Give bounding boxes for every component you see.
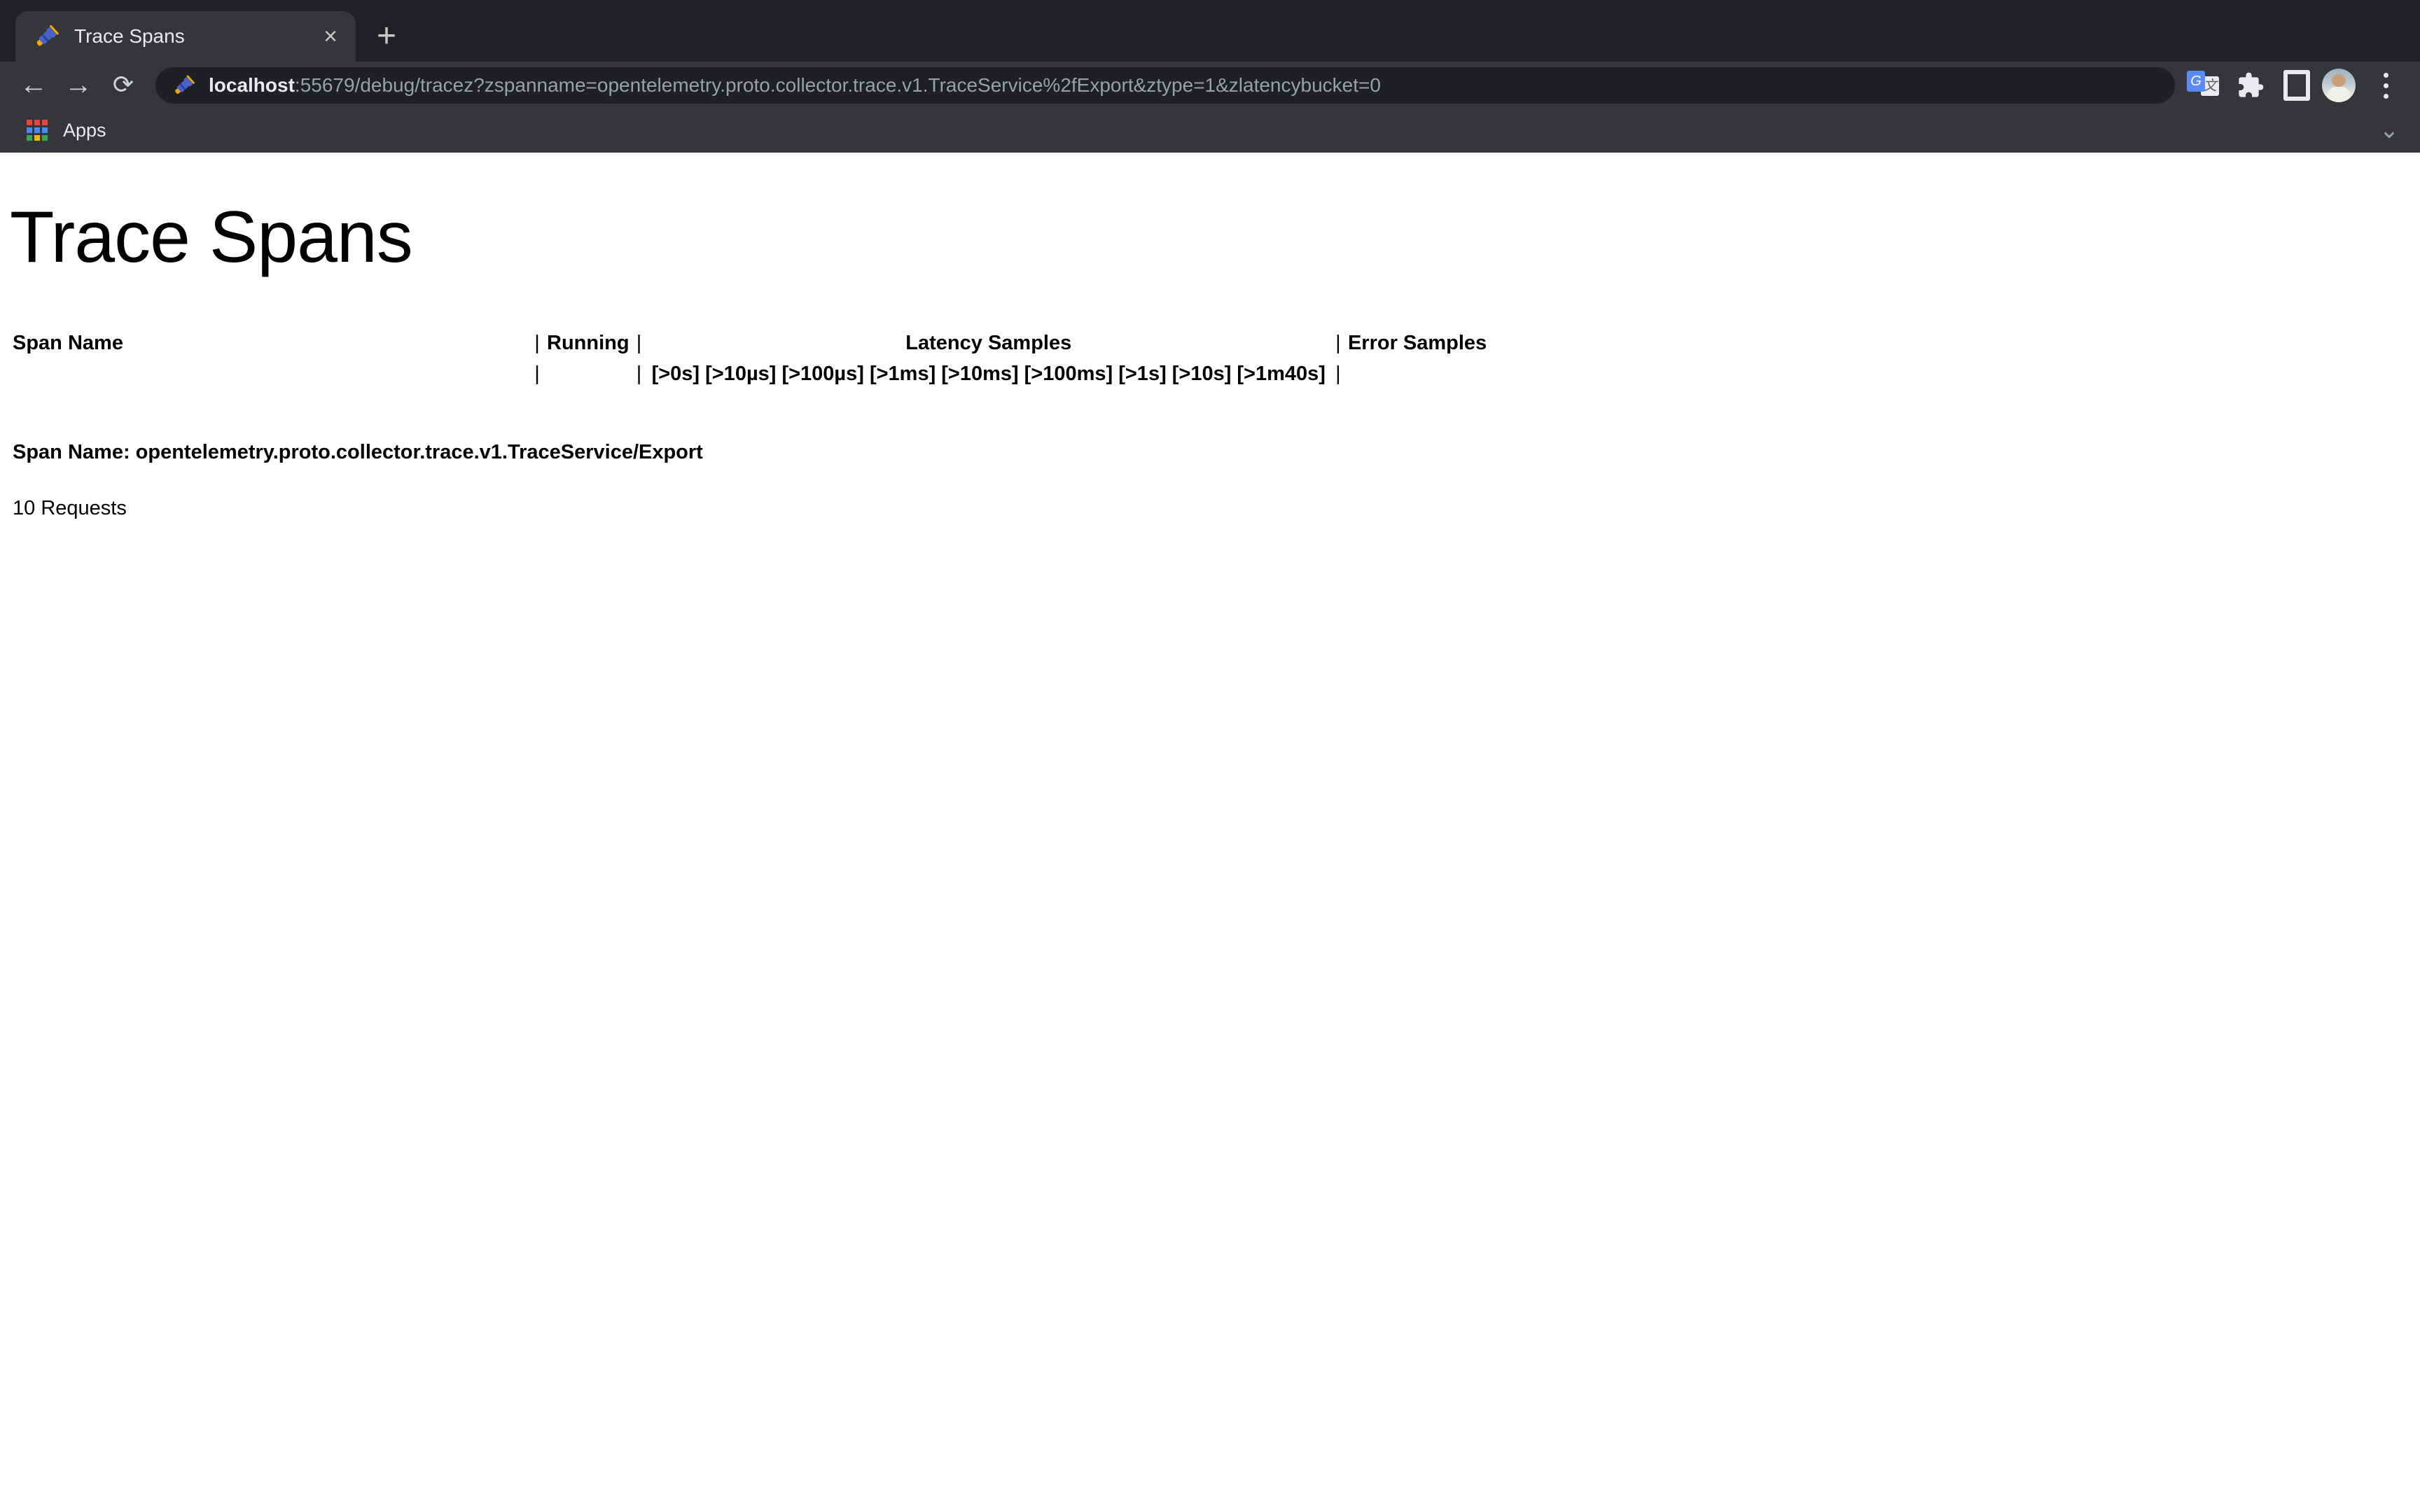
span-summary-table: Span Name | Running | Latency Samples | … — [13, 328, 1487, 389]
column-divider: | — [527, 328, 547, 358]
telescope-favicon-icon — [34, 23, 60, 50]
latency-bucket-label: [>1s] — [1115, 358, 1169, 389]
tab-close-icon[interactable]: × — [324, 23, 338, 50]
latency-bucket-label: [>1ms] — [867, 358, 938, 389]
puzzle-icon — [2237, 71, 2265, 99]
bookmarks-overflow-chevron-icon[interactable]: ⌄ — [2375, 108, 2403, 153]
col-span-name: Span Name — [13, 328, 527, 358]
col-latency-samples: Latency Samples — [649, 328, 1328, 358]
extensions-button[interactable] — [2230, 64, 2272, 106]
back-icon[interactable]: ← — [13, 62, 55, 108]
browser-menu-button[interactable] — [2368, 64, 2403, 106]
tracez-page: Trace Spans Span Name | Running | Latenc… — [0, 153, 2420, 1512]
site-telescope-icon — [172, 74, 196, 97]
col-running: Running — [547, 328, 630, 358]
apps-label[interactable]: Apps — [63, 120, 106, 141]
reload-icon[interactable]: ⟳ — [102, 62, 144, 108]
url-host: localhost — [209, 74, 295, 96]
side-panel-icon — [2283, 70, 2310, 101]
tab-strip: Trace Spans × + — [0, 0, 2420, 62]
profile-avatar — [2322, 69, 2356, 102]
browser-tab[interactable]: Trace Spans × — [15, 11, 356, 62]
url-path: :55679/debug/tracez?zspanname=openteleme… — [295, 74, 1381, 96]
empty-cell — [1348, 358, 1487, 389]
column-divider: | — [527, 358, 547, 389]
url-text: localhost:55679/debug/tracez?zspanname=o… — [209, 74, 1381, 97]
forward-icon[interactable]: → — [57, 62, 99, 108]
selected-span-name: Span Name: opentelemetry.proto.collector… — [13, 441, 703, 464]
page-title: Trace Spans — [10, 196, 412, 279]
bookmarks-bar: Apps — [0, 108, 2420, 153]
bucket-header-row: ||[>0s][>10µs][>100µs][>1ms][>10ms][>100… — [13, 358, 1487, 389]
column-divider: | — [1328, 358, 1348, 389]
address-bar[interactable]: localhost:55679/debug/tracez?zspanname=o… — [155, 67, 2175, 104]
profile-button[interactable] — [2318, 64, 2360, 106]
column-divider: | — [1328, 328, 1348, 358]
latency-bucket-label: [>0s] — [649, 358, 703, 389]
summary-header-row: Span Name | Running | Latency Samples | … — [13, 328, 1487, 358]
translate-icon: 文 G — [2187, 71, 2219, 100]
kebab-menu-icon — [2384, 73, 2388, 99]
apps-grid-icon[interactable] — [27, 120, 48, 141]
latency-bucket-label: [>100µs] — [779, 358, 866, 389]
empty-cell — [547, 358, 630, 389]
column-divider: | — [630, 328, 649, 358]
column-divider: | — [630, 358, 649, 389]
col-error-samples: Error Samples — [1348, 328, 1487, 358]
latency-bucket-label: [>10s] — [1169, 358, 1235, 389]
translate-g-glyph: G — [2187, 71, 2205, 92]
tab-title: Trace Spans — [74, 25, 324, 48]
new-tab-button[interactable]: + — [366, 15, 408, 57]
latency-bucket-label: [>100ms] — [1022, 358, 1116, 389]
empty-cell — [13, 358, 527, 389]
translate-button[interactable]: 文 G — [2182, 64, 2224, 106]
request-count: 10 Requests — [13, 497, 127, 520]
latency-bucket-label: [>10ms] — [938, 358, 1021, 389]
latency-bucket-label: [>1m40s] — [1234, 358, 1328, 389]
side-panel-button[interactable] — [2276, 64, 2318, 106]
latency-bucket-label: [>10µs] — [702, 358, 779, 389]
